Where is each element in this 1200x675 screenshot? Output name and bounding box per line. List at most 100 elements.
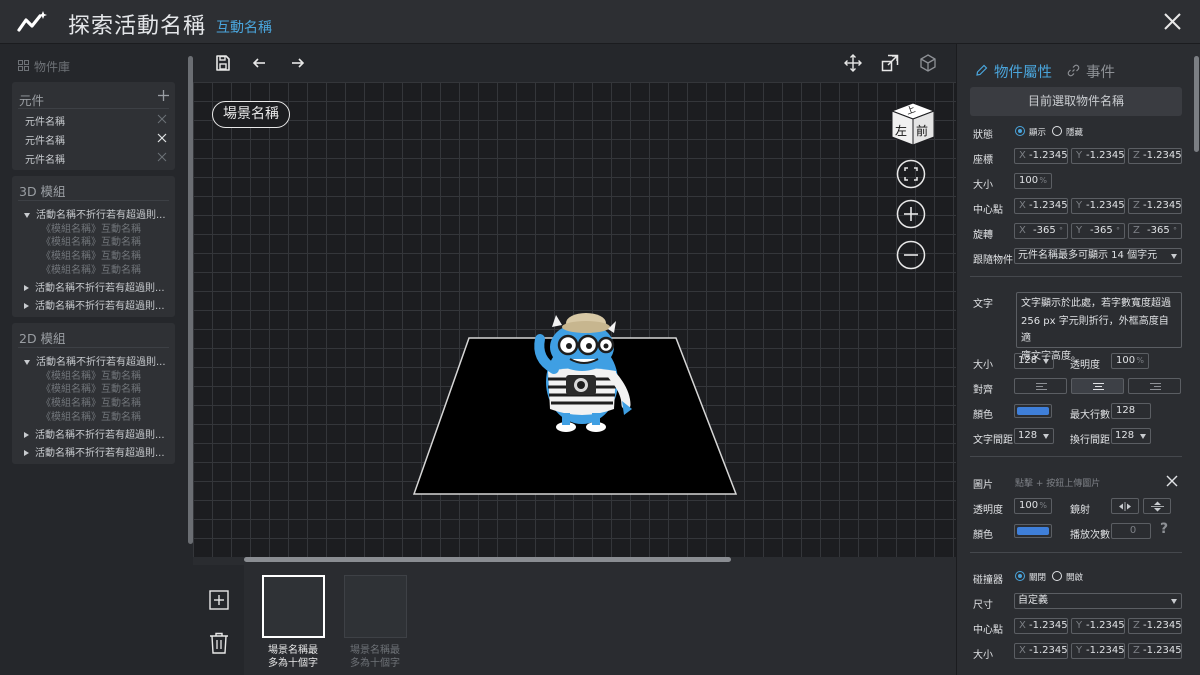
trash-icon[interactable]	[209, 632, 229, 654]
value-text: -1.2345	[1143, 645, 1182, 656]
play-count-field[interactable]: 0	[1111, 523, 1151, 539]
text-line: 文字顯示於此處，若字數寬度超過	[1021, 298, 1171, 309]
tree-group-expanded[interactable]: 活動名稱不折行若有超過則...	[24, 353, 166, 368]
undo-arrow-icon[interactable]	[250, 53, 270, 73]
monster-character-image[interactable]	[526, 309, 638, 433]
remove-icon[interactable]	[156, 113, 168, 125]
collider-pivot-y-field[interactable]: Y -1.2345	[1071, 618, 1125, 634]
unit-text: %	[1039, 176, 1047, 185]
tree-item[interactable]: 《模組名稱》互動名稱	[41, 233, 141, 248]
scene-label-line: 場景名稱最	[350, 645, 400, 656]
add-scene-icon[interactable]	[209, 590, 229, 610]
tree-group-collapsed[interactable]: 活動名稱不折行若有超過則...	[24, 426, 165, 441]
scale-icon[interactable]	[880, 53, 900, 73]
color-fill	[1017, 527, 1049, 535]
editor-app: 探索活動名稱 互動名稱 物件庫 元件 元件名稱 元件名稱 元件名稱 3D 模組 …	[0, 0, 1200, 675]
selected-object-name: 目前選取物件名稱	[970, 87, 1182, 116]
follow-object-select[interactable]: 元件名稱最多可顯示 14 個字元	[1014, 248, 1182, 264]
tree-item[interactable]: 《模組名稱》互動名稱	[41, 380, 141, 395]
logo-icon	[17, 11, 47, 32]
tab-events[interactable]: 事件	[1086, 61, 1115, 82]
rotation-z-field[interactable]: Z -365 °	[1128, 223, 1182, 239]
show-radio[interactable]	[1015, 126, 1025, 136]
move-icon[interactable]	[843, 53, 863, 73]
tab-properties[interactable]: 物件屬性	[994, 61, 1052, 82]
collider-size-x-field[interactable]: X -1.2345	[1014, 643, 1068, 659]
redo-arrow-icon[interactable]	[287, 53, 307, 73]
collider-size-y-field[interactable]: Y -1.2345	[1071, 643, 1125, 659]
canvas-horizontal-scrollbar[interactable]	[244, 557, 731, 562]
tree-item[interactable]: 《模組名稱》互動名稱	[41, 408, 141, 423]
align-right-button[interactable]	[1128, 378, 1181, 394]
collider-size-z-field[interactable]: Z -1.2345	[1128, 643, 1182, 659]
rotation-x-field[interactable]: X -365 °	[1014, 223, 1068, 239]
image-opacity-field[interactable]: 100%	[1014, 498, 1052, 514]
component-item[interactable]: 元件名稱	[25, 113, 168, 131]
max-lines-field[interactable]: 128	[1111, 403, 1151, 419]
scene-canvas[interactable]: 場景名稱 上 左 前	[193, 82, 956, 557]
component-item[interactable]: 元件名稱	[25, 132, 168, 150]
pivot-y-field[interactable]: Y -1.2345	[1071, 198, 1125, 214]
text-size-select[interactable]: 128	[1014, 353, 1054, 369]
tree-group-collapsed[interactable]: 活動名稱不折行若有超過則...	[24, 279, 165, 294]
mirror-vertical-button[interactable]	[1143, 498, 1171, 514]
position-z-field[interactable]: Z -1.2345	[1128, 148, 1182, 164]
scene-thumbnail-active[interactable]	[262, 575, 325, 638]
collider-pivot-x-field[interactable]: X -1.2345	[1014, 618, 1068, 634]
tree-group-collapsed[interactable]: 活動名稱不折行若有超過則...	[24, 297, 165, 312]
pivot-z-field[interactable]: Z -1.2345	[1128, 198, 1182, 214]
position-y-field[interactable]: Y -1.2345	[1071, 148, 1125, 164]
component-item[interactable]: 元件名稱	[25, 151, 168, 169]
show-radio-label: 顯示	[1029, 128, 1047, 138]
mirror-horizontal-button[interactable]	[1111, 498, 1139, 514]
mirror-label: 鏡射	[1070, 505, 1090, 516]
tree-group-collapsed[interactable]: 活動名稱不折行若有超過則...	[24, 444, 165, 459]
rotation-y-field[interactable]: Y -365 °	[1071, 223, 1125, 239]
text-line: 256 px 字元則折行，外框高度自適	[1021, 315, 1169, 345]
remove-icon[interactable]	[156, 151, 168, 163]
scale-field[interactable]: 100%	[1014, 173, 1052, 189]
letter-spacing-select[interactable]: 128	[1014, 428, 1054, 444]
link-icon	[1067, 64, 1080, 77]
tree-group-expanded[interactable]: 活動名稱不折行若有超過則...	[24, 206, 166, 221]
cube-icon[interactable]	[918, 53, 938, 73]
zoom-in-icon[interactable]	[896, 199, 926, 229]
collider-off-radio[interactable]	[1015, 571, 1025, 581]
hide-radio[interactable]	[1052, 126, 1062, 136]
help-icon[interactable]: ?	[1160, 521, 1168, 537]
text-content-field[interactable]: 文字顯示於此處，若字數寬度超過 256 px 字元則折行，外框高度自適 應文字高…	[1016, 292, 1182, 362]
collider-size-select[interactable]: 自定義	[1014, 593, 1182, 609]
color-fill	[1017, 407, 1049, 415]
pivot-x-field[interactable]: X -1.2345	[1014, 198, 1068, 214]
close-icon[interactable]	[1158, 8, 1186, 36]
scene-list: 場景名稱最 多為十個字 場景名稱最 多為十個字	[244, 565, 956, 675]
max-lines-label: 最大行數	[1070, 410, 1110, 421]
collider-off-label: 關閉	[1029, 573, 1047, 583]
save-icon[interactable]	[213, 53, 233, 73]
align-center-button[interactable]	[1071, 378, 1124, 394]
line-spacing-select[interactable]: 128	[1111, 428, 1151, 444]
scene-tools	[193, 565, 243, 675]
collider-label: 碰撞器	[973, 575, 1003, 586]
zoom-out-icon[interactable]	[896, 240, 926, 270]
tree-item[interactable]: 《模組名稱》互動名稱	[41, 394, 141, 409]
collider-pivot-z-field[interactable]: Z -1.2345	[1128, 618, 1182, 634]
text-opacity-field[interactable]: 100%	[1111, 353, 1149, 369]
focus-icon[interactable]	[896, 159, 926, 189]
text-color-swatch[interactable]	[1014, 404, 1052, 418]
scene-thumbnail[interactable]	[344, 575, 407, 638]
clear-image-icon[interactable]	[1164, 473, 1180, 489]
image-color-swatch[interactable]	[1014, 524, 1052, 538]
value-text: -1.2345	[1143, 200, 1182, 211]
remove-icon[interactable]	[156, 132, 168, 144]
collider-on-radio[interactable]	[1052, 571, 1062, 581]
add-component-icon[interactable]	[158, 90, 169, 101]
position-x-field[interactable]: X -1.2345	[1014, 148, 1068, 164]
flip-horizontal-icon	[1119, 502, 1131, 511]
align-left-button[interactable]	[1014, 378, 1067, 394]
tree-item[interactable]: 《模組名稱》互動名稱	[41, 261, 141, 276]
tree-item[interactable]: 《模組名稱》互動名稱	[41, 247, 141, 262]
unit-text: °	[1059, 226, 1063, 235]
page-subtitle: 互動名稱	[216, 20, 272, 36]
properties-scrollbar[interactable]	[1194, 56, 1199, 152]
